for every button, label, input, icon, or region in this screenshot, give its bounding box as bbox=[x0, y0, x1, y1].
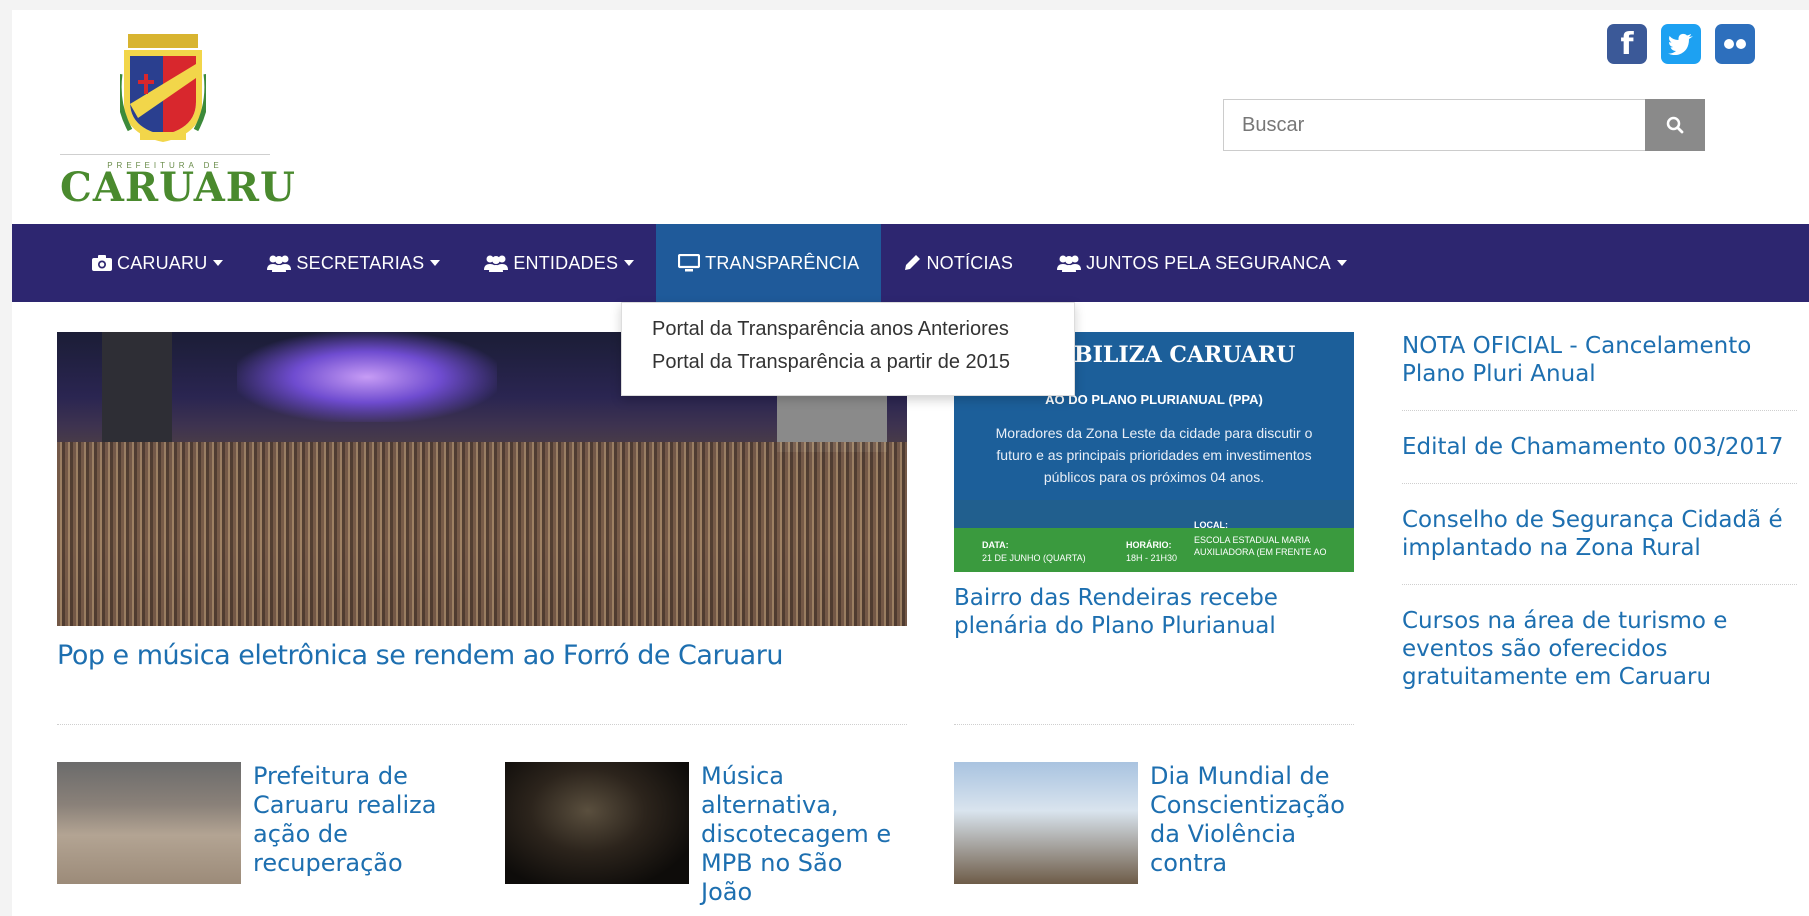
search-icon bbox=[1666, 116, 1684, 134]
nav-item-transparencia[interactable]: TRANSPARÊNCIA bbox=[656, 224, 882, 302]
transparencia-dropdown: Portal da Transparência anos Anteriores … bbox=[621, 302, 1075, 396]
users-icon bbox=[1057, 255, 1082, 272]
page: PREFEITURA DE CARUARU f CARUARU SECRETAR… bbox=[12, 10, 1809, 916]
news-card[interactable]: Prefeitura de Caruaru realiza ação de re… bbox=[57, 762, 453, 884]
logo-name: CARUARU bbox=[60, 164, 296, 211]
sidebar-news-item[interactable]: NOTA OFICIAL - Cancelamento Plano Pluri … bbox=[1402, 332, 1797, 411]
nav-item-entidades[interactable]: ENTIDADES bbox=[462, 224, 656, 302]
sidebar-news-item[interactable]: Edital de Chamamento 003/2017 bbox=[1402, 433, 1797, 484]
feature-title-link[interactable]: Pop e música eletrônica se rendem ao For… bbox=[57, 640, 783, 671]
banner-data-label: DATA: bbox=[982, 540, 1009, 550]
social-links: f bbox=[1607, 24, 1755, 64]
banner-caption-link[interactable]: Bairro das Rendeiras recebe plenária do … bbox=[954, 584, 1354, 640]
nav-label: NOTÍCIAS bbox=[926, 252, 1014, 273]
nav-item-secretarias[interactable]: SECRETARIAS bbox=[245, 224, 462, 302]
news-card[interactable]: Dia Mundial de Conscientização da Violên… bbox=[954, 762, 1350, 884]
search-input[interactable] bbox=[1223, 99, 1645, 151]
search-bar bbox=[1223, 99, 1705, 151]
nav-label: CARUARU bbox=[117, 252, 208, 273]
dropdown-item-anos-anteriores[interactable]: Portal da Transparência anos Anteriores bbox=[622, 313, 1074, 346]
twitter-icon[interactable] bbox=[1661, 24, 1701, 64]
nav-item-noticias[interactable]: NOTÍCIAS bbox=[881, 224, 1035, 302]
main-nav: CARUARU SECRETARIAS ENTIDADES TRANSPARÊN… bbox=[12, 224, 1809, 302]
banner-body: Moradores da Zona Leste da cidade para d… bbox=[995, 425, 1313, 485]
nav-label: JUNTOS PELA SEGURANCA bbox=[1086, 252, 1331, 273]
divider bbox=[954, 724, 1354, 725]
caret-down-icon bbox=[213, 260, 224, 266]
news-card[interactable]: Música alternativa, discotecagem e MPB n… bbox=[505, 762, 901, 907]
site-logo[interactable]: PREFEITURA DE CARUARU bbox=[60, 24, 295, 211]
sidebar-news-item[interactable]: Cursos na área de turismo e eventos são … bbox=[1402, 607, 1797, 713]
banner-horario-label: HORÁRIO: bbox=[1126, 540, 1172, 550]
news-thumbnail bbox=[954, 762, 1138, 884]
pencil-icon bbox=[905, 255, 921, 270]
nav-label: ENTIDADES bbox=[513, 252, 619, 273]
sidebar-news-item[interactable]: Conselho de Segurança Cidadã é implantad… bbox=[1402, 506, 1797, 585]
nav-label: SECRETARIAS bbox=[296, 252, 425, 273]
news-card-title[interactable]: Dia Mundial de Conscientização da Violên… bbox=[1150, 762, 1350, 884]
news-thumbnail bbox=[57, 762, 241, 884]
news-card-title[interactable]: Música alternativa, discotecagem e MPB n… bbox=[701, 762, 901, 907]
nav-label: TRANSPARÊNCIA bbox=[705, 252, 860, 273]
news-thumbnail bbox=[505, 762, 689, 884]
flickr-icon[interactable] bbox=[1715, 24, 1755, 64]
caret-down-icon bbox=[430, 260, 441, 266]
news-sidebar: NOTA OFICIAL - Cancelamento Plano Pluri … bbox=[1402, 332, 1797, 735]
users-icon bbox=[484, 255, 509, 272]
caret-down-icon bbox=[1337, 260, 1347, 266]
camera-icon bbox=[92, 255, 112, 271]
news-card-title[interactable]: Prefeitura de Caruaru realiza ação de re… bbox=[253, 762, 453, 884]
banner-local-value: ESCOLA ESTADUAL MARIA AUXILIADORA (EM FR… bbox=[1194, 535, 1327, 557]
search-button[interactable] bbox=[1645, 99, 1705, 151]
monitor-icon bbox=[678, 254, 701, 272]
nav-item-caruaru[interactable]: CARUARU bbox=[70, 224, 245, 302]
banner-data-value: 21 DE JUNHO (QUARTA) bbox=[982, 553, 1086, 563]
banner-local-label: LOCAL: bbox=[1194, 520, 1228, 530]
users-icon bbox=[267, 255, 292, 272]
banner-title: BILIZA CARUARU bbox=[1074, 342, 1296, 368]
dropdown-item-a-partir-2015[interactable]: Portal da Transparência a partir de 2015 bbox=[622, 346, 1074, 379]
banner-horario-value: 18H - 21H30 bbox=[1126, 553, 1178, 563]
city-crest-icon bbox=[120, 34, 206, 142]
facebook-icon[interactable]: f bbox=[1607, 24, 1647, 64]
divider bbox=[57, 724, 907, 725]
nav-item-juntos-pela-seguranca[interactable]: JUNTOS PELA SEGURANCA bbox=[1035, 224, 1369, 302]
caret-down-icon bbox=[624, 260, 635, 266]
banner-footer: DATA: 21 DE JUNHO (QUARTA) HORÁRIO: 18H … bbox=[954, 520, 1354, 572]
